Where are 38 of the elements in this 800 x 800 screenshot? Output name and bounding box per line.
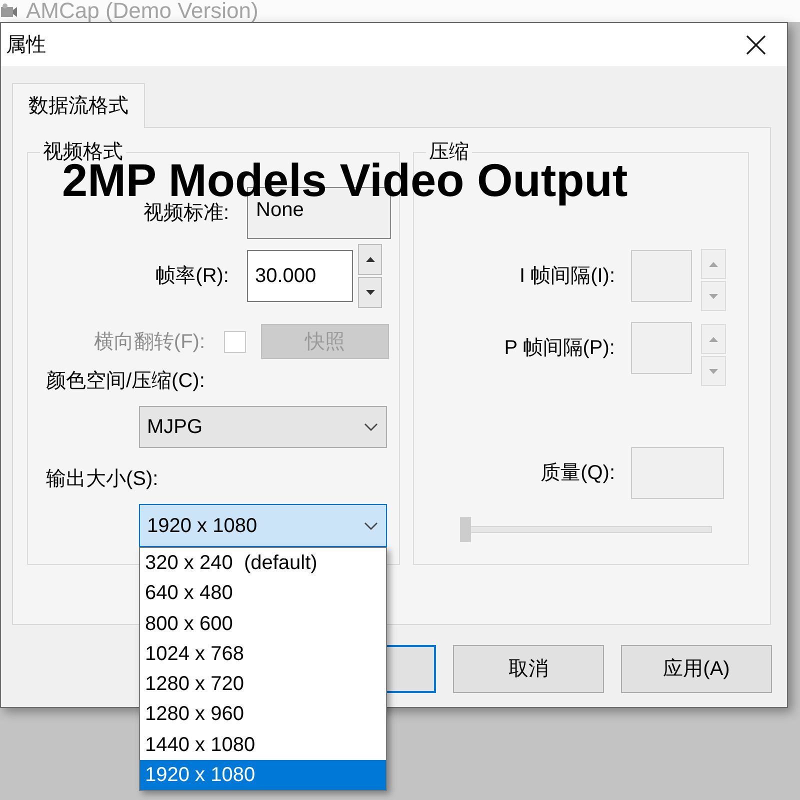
close-button[interactable]	[745, 34, 767, 56]
camera-icon	[0, 3, 18, 19]
dropdown-option[interactable]: 800 x 600	[140, 608, 386, 639]
tab[interactable]: 数据流格式	[12, 83, 145, 128]
dropdown-option[interactable]: 1920 x 1080	[140, 760, 386, 790]
dropdown-option[interactable]: 1280 x 960	[140, 699, 386, 730]
spin-up-button[interactable]	[358, 244, 382, 275]
dropdown[interactable]: 1920 x 1080	[139, 504, 387, 547]
dropdown-option[interactable]: 320 x 240 (default)	[140, 548, 386, 578]
dropdown-option[interactable]: 1024 x 768	[140, 638, 386, 670]
triangle-down-icon	[709, 368, 718, 374]
triangle-up-icon	[709, 336, 718, 342]
field-label: 输出大小(S):	[46, 467, 158, 492]
field-label: 颜色空间/压缩(C):	[46, 369, 205, 394]
close-icon	[746, 34, 766, 54]
triangle-down-icon	[366, 290, 374, 295]
field-label: 视频标准:	[142, 201, 229, 225]
dialog-button[interactable]: 取消	[453, 645, 604, 693]
spin-down-button[interactable]	[358, 277, 382, 308]
chevron-down-icon	[364, 423, 378, 431]
frame-rate-input[interactable]: 30.000	[247, 250, 353, 302]
dialog-button[interactable]: 应用(A)	[621, 645, 772, 693]
dialog-title: 属性	[6, 32, 46, 58]
triangle-up-icon	[709, 262, 718, 266]
field-label: 横向翻转(F):	[92, 330, 205, 354]
triangle-down-icon	[709, 294, 718, 298]
dropdown-option[interactable]: 1280 x 720	[140, 669, 386, 700]
field-label: 帧率(R):	[154, 264, 229, 288]
field-label: P 帧间隔(P):	[503, 336, 615, 360]
slider-track[interactable]	[460, 517, 712, 542]
chevron-down-icon	[364, 522, 378, 530]
triangle-up-icon	[366, 257, 374, 262]
dropdown-option[interactable]: 1440 x 1080	[140, 730, 386, 760]
dropdown[interactable]: MJPG	[139, 406, 387, 448]
dropdown-option[interactable]: 640 x 480	[140, 578, 386, 609]
field-label: I 帧间隔(I):	[518, 264, 615, 288]
field-label: 质量(Q):	[540, 461, 615, 485]
background-window-title: AMCap (Demo Version)	[26, 0, 258, 22]
